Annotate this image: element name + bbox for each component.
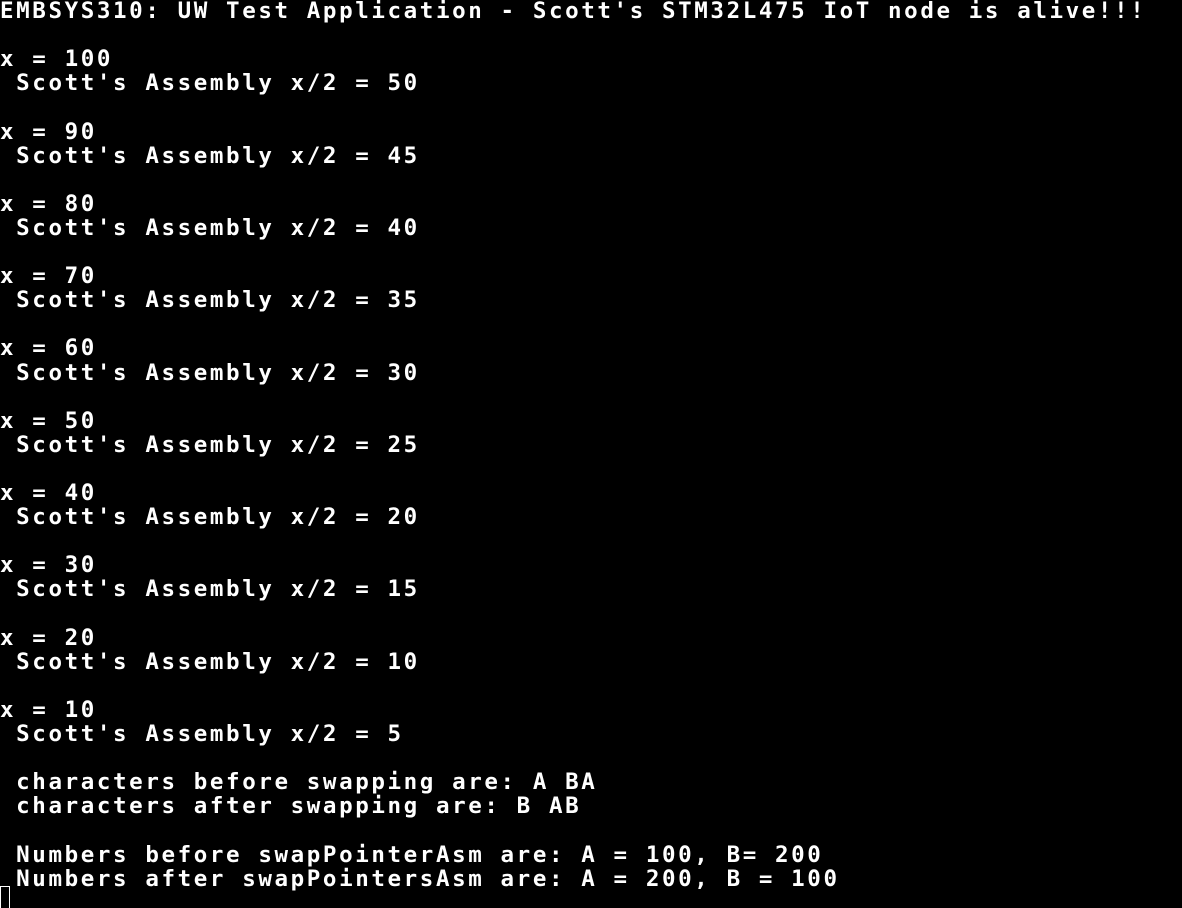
terminal-line: Scott's Assembly x/2 = 40 [0, 214, 420, 241]
text-cursor [0, 886, 10, 908]
terminal-line: x = 100 [0, 46, 114, 73]
terminal-line: Scott's Assembly x/2 = 10 [0, 648, 420, 675]
terminal-line: Scott's Assembly x/2 = 15 [0, 576, 420, 603]
terminal-line: Scott's Assembly x/2 = 5 [0, 721, 404, 747]
terminal-line: Scott's Assembly x/2 = 20 [0, 504, 420, 531]
terminal-line: x = 20 [0, 624, 97, 651]
terminal-line: Scott's Assembly x/2 = 45 [0, 142, 420, 169]
terminal-line: Scott's Assembly x/2 = 25 [0, 431, 420, 458]
terminal-line: x = 10 [0, 696, 97, 723]
terminal-line: x = 90 [0, 118, 97, 145]
terminal-line: Numbers after swapPointersAsm are: A = 2… [0, 865, 840, 892]
terminal-line: Scott's Assembly x/2 = 35 [0, 287, 420, 314]
terminal-line: x = 60 [0, 335, 97, 362]
terminal-line: x = 50 [0, 407, 97, 434]
terminal-line: EMBSYS310: UW Test Application - Scott's… [0, 0, 1147, 24]
terminal-line: characters before swapping are: A BA [0, 769, 598, 796]
terminal-line: Numbers before swapPointerAsm are: A = 1… [0, 841, 824, 868]
terminal-line: x = 70 [0, 263, 97, 290]
terminal-line: x = 80 [0, 190, 97, 217]
terminal-line: x = 40 [0, 480, 97, 506]
terminal-line: Scott's Assembly x/2 = 50 [0, 70, 420, 97]
terminal-line: characters after swapping are: B AB [0, 793, 582, 820]
terminal-window[interactable]: EMBSYS310: UW Test Application - Scott's… [0, 0, 1182, 908]
terminal-line: Scott's Assembly x/2 = 30 [0, 359, 420, 386]
terminal-line: x = 30 [0, 552, 97, 579]
